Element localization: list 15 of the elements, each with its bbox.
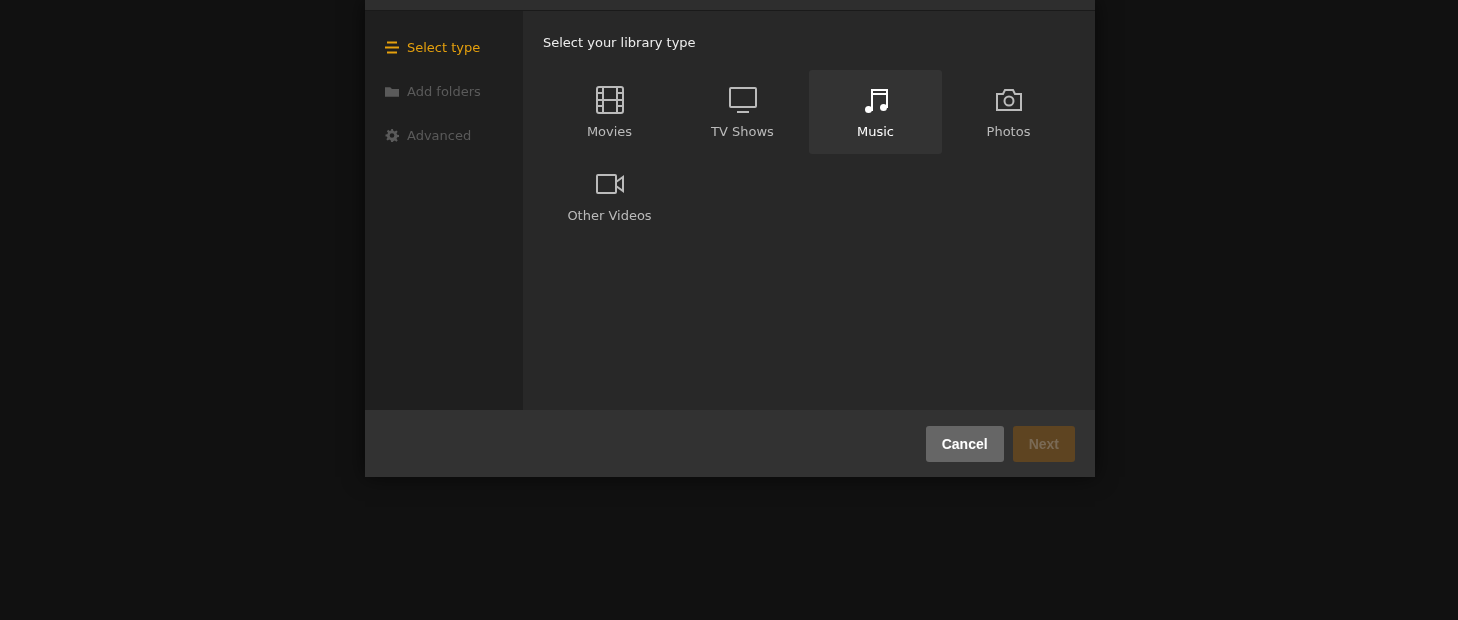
dialog-heading: Select your library type — [543, 35, 697, 50]
library-type-option[interactable]: Music — [809, 70, 942, 154]
library-type-option[interactable]: Movies — [543, 70, 676, 154]
list-icon — [385, 40, 399, 54]
step-item: Add folders — [365, 69, 523, 113]
step-item: Advanced — [365, 113, 523, 157]
monitor-icon — [728, 85, 757, 114]
film-icon — [595, 85, 624, 114]
cancel-button[interactable]: Cancel — [925, 425, 1004, 462]
library-type-option[interactable]: Photos — [942, 70, 1075, 154]
settings-icon — [385, 128, 399, 142]
folder-icon — [385, 84, 399, 98]
library-type-option[interactable]: TV Shows — [676, 70, 809, 154]
step-item[interactable]: Select type — [365, 25, 523, 69]
library-type-option[interactable]: Other Videos — [543, 154, 676, 238]
